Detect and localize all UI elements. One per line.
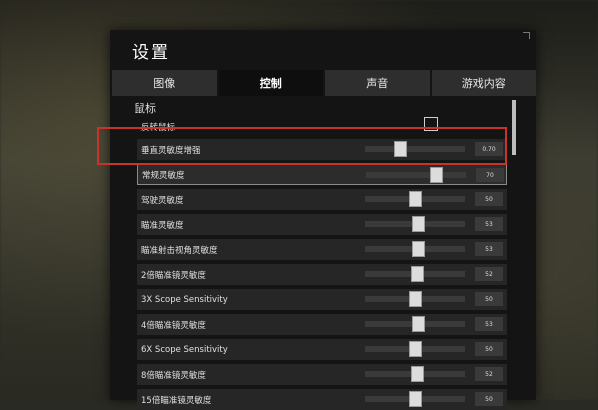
setting-row-ads-sensitivity[interactable]: 瞄准射击视角灵敏度 53 (137, 239, 507, 260)
scope-2x-sensitivity-slider[interactable] (365, 266, 465, 282)
scope-15x-sensitivity-slider[interactable] (365, 391, 465, 407)
section-title-mouse: 鼠标 (134, 102, 156, 115)
setting-row-scope-2x-sensitivity[interactable]: 2倍瞄准镜灵敏度 52 (137, 264, 507, 285)
slider-thumb[interactable] (411, 366, 424, 382)
setting-label: 4倍瞄准镜灵敏度 (141, 320, 206, 331)
vehicle-sensitivity-slider[interactable] (365, 191, 465, 207)
tab-gameplay[interactable]: 游戏内容 (431, 70, 536, 96)
setting-row-invert-mouse[interactable]: 反转鼠标 (137, 116, 507, 137)
aim-sensitivity-slider[interactable] (365, 216, 465, 232)
general-sensitivity-slider[interactable] (366, 167, 466, 183)
setting-label: 2倍瞄准镜灵敏度 (141, 270, 206, 281)
ads-sensitivity-slider[interactable] (365, 241, 465, 257)
setting-label: 反转鼠标 (141, 122, 176, 133)
setting-label: 瞄准灵敏度 (141, 220, 184, 231)
scope-2x-sensitivity-value-field[interactable]: 52 (475, 267, 503, 281)
vehicle-sensitivity-value-field[interactable]: 50 (475, 192, 503, 206)
tab-graphics[interactable]: 图像 (112, 70, 217, 96)
scope-6x-sensitivity-slider[interactable] (365, 341, 465, 357)
general-sensitivity-value-field[interactable]: 70 (476, 168, 504, 182)
corner-decoration (523, 32, 530, 39)
scope-6x-sensitivity-value-field[interactable]: 50 (475, 342, 503, 356)
setting-label: 驾驶灵敏度 (141, 195, 184, 206)
setting-row-aim-sensitivity[interactable]: 瞄准灵敏度 53 (137, 214, 507, 235)
setting-label: 3X Scope Sensitivity (141, 294, 228, 305)
tab-sound[interactable]: 声音 (325, 70, 430, 96)
scope-3x-sensitivity-slider[interactable] (365, 291, 465, 307)
setting-label: 8倍瞄准镜灵敏度 (141, 370, 206, 381)
tab-controls[interactable]: 控制 (218, 70, 323, 96)
setting-row-scope-6x-sensitivity[interactable]: 6X Scope Sensitivity 50 (137, 339, 507, 360)
scope-8x-sensitivity-value-field[interactable]: 52 (475, 367, 503, 381)
setting-label: 垂直灵敏度增强 (141, 145, 201, 156)
slider-thumb[interactable] (412, 216, 425, 232)
setting-label: 6X Scope Sensitivity (141, 344, 228, 355)
scope-8x-sensitivity-slider[interactable] (365, 366, 465, 382)
vertical-sensitivity-boost-value-field[interactable]: 0.70 (475, 142, 503, 156)
scope-4x-sensitivity-value-field[interactable]: 53 (475, 317, 503, 331)
slider-thumb[interactable] (430, 167, 443, 183)
slider-thumb[interactable] (409, 391, 422, 407)
scope-15x-sensitivity-value-field[interactable]: 50 (475, 392, 503, 406)
vertical-sensitivity-boost-slider[interactable] (365, 141, 465, 157)
scope-3x-sensitivity-value-field[interactable]: 50 (475, 292, 503, 306)
slider-thumb[interactable] (412, 316, 425, 332)
scrollbar-thumb[interactable] (512, 100, 516, 155)
settings-panel: 设置 图像 控制 声音 游戏内容 鼠标 反转鼠标 垂直灵敏度增强 0.70 常规灵敏… (110, 30, 536, 410)
slider-thumb[interactable] (394, 141, 407, 157)
setting-row-scope-3x-sensitivity[interactable]: 3X Scope Sensitivity 50 (137, 289, 507, 310)
setting-label: 常规灵敏度 (142, 170, 185, 181)
ads-sensitivity-value-field[interactable]: 53 (475, 242, 503, 256)
setting-row-scope-8x-sensitivity[interactable]: 8倍瞄准镜灵敏度 52 (137, 364, 507, 385)
slider-thumb[interactable] (412, 241, 425, 257)
slider-thumb[interactable] (411, 266, 424, 282)
settings-title: 设置 (132, 43, 170, 63)
setting-row-general-sensitivity[interactable]: 常规灵敏度 70 (137, 164, 507, 185)
slider-thumb[interactable] (409, 291, 422, 307)
scope-4x-sensitivity-slider[interactable] (365, 316, 465, 332)
slider-thumb[interactable] (409, 191, 422, 207)
settings-tabs: 图像 控制 声音 游戏内容 (112, 70, 536, 96)
setting-row-scope-4x-sensitivity[interactable]: 4倍瞄准镜灵敏度 53 (137, 314, 507, 335)
setting-row-vertical-sensitivity-boost[interactable]: 垂直灵敏度增强 0.70 (137, 139, 507, 160)
slider-thumb[interactable] (409, 341, 422, 357)
setting-label: 瞄准射击视角灵敏度 (141, 245, 218, 256)
invert-mouse-checkbox[interactable] (424, 117, 438, 131)
aim-sensitivity-value-field[interactable]: 53 (475, 217, 503, 231)
setting-row-vehicle-sensitivity[interactable]: 驾驶灵敏度 50 (137, 189, 507, 210)
